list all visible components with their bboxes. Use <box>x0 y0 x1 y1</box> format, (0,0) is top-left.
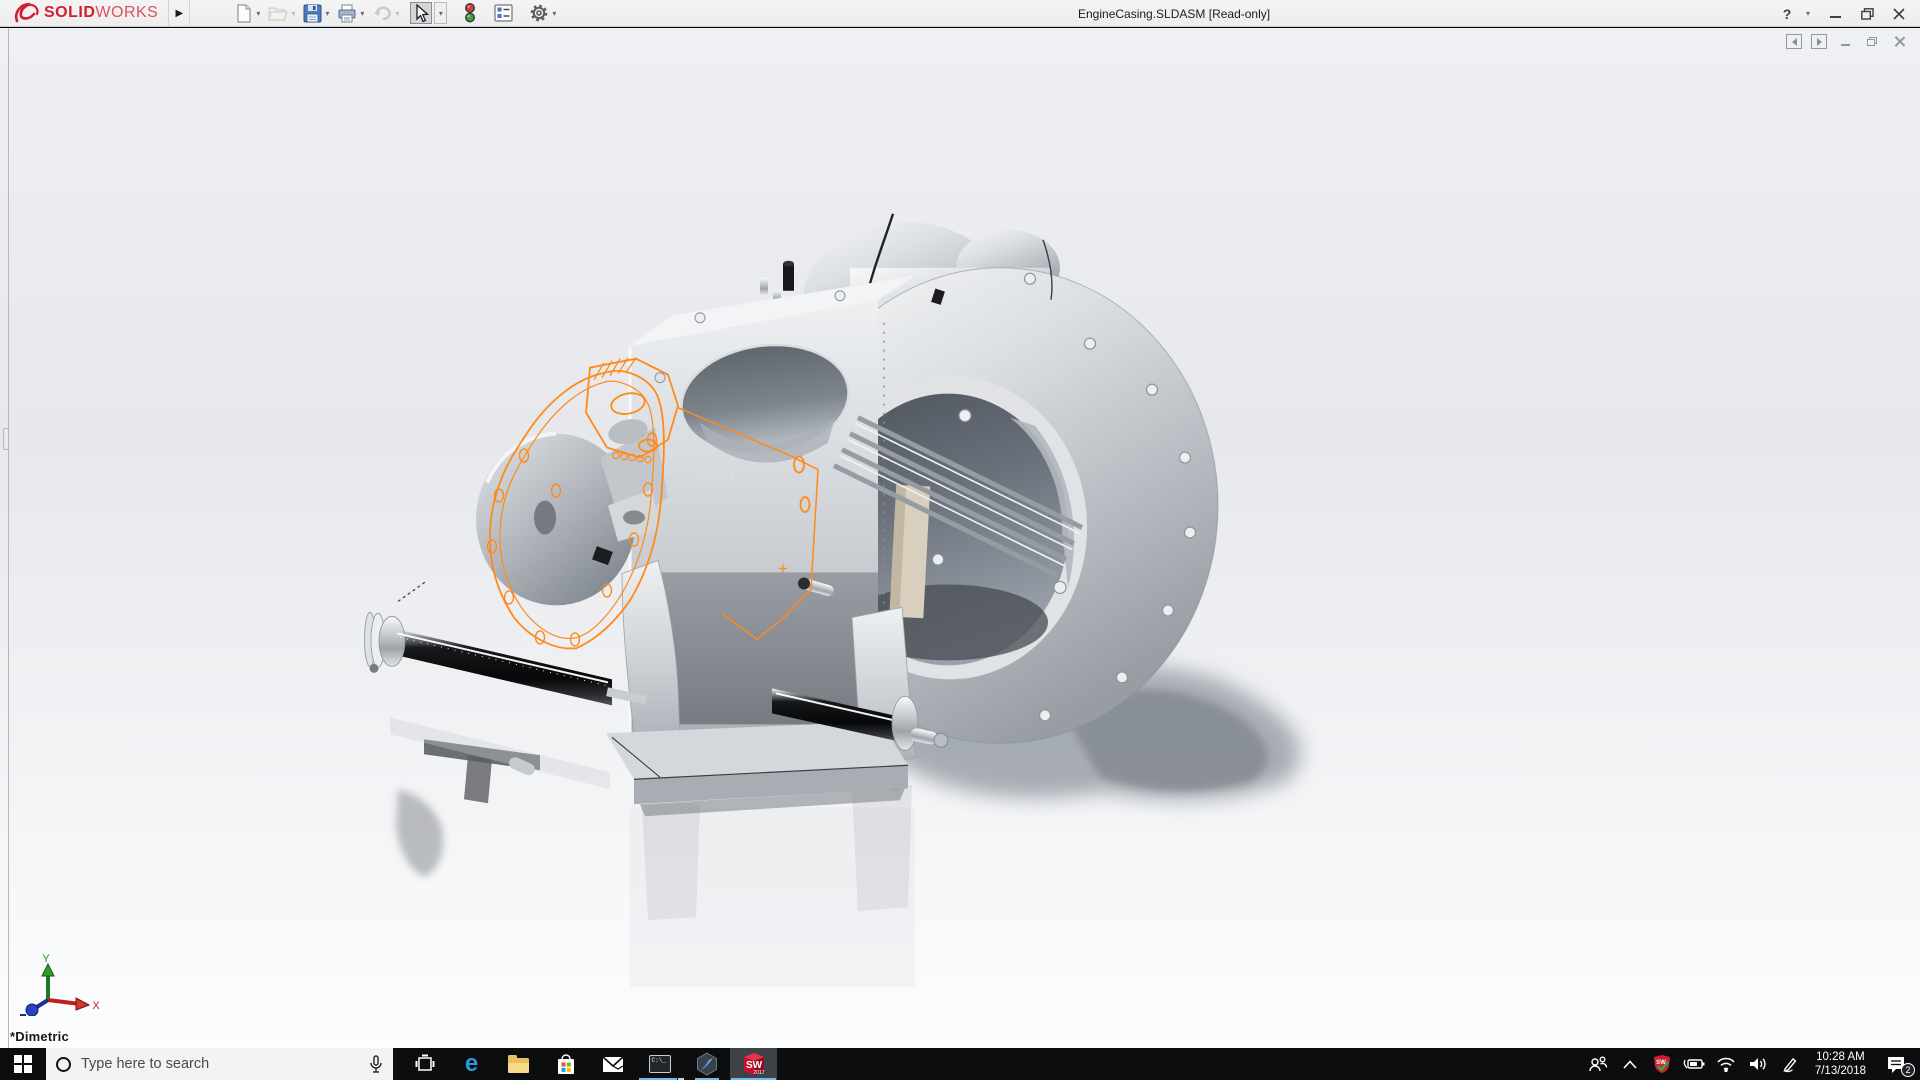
solidworks-app-icon: SW 2017 <box>741 1051 767 1077</box>
speaker-icon <box>1748 1056 1768 1072</box>
solidworks-window: SOLIDWORKS ▶ ▾ ▾ <box>0 0 1920 1080</box>
pen-icon <box>1781 1055 1799 1073</box>
brand-text: SOLIDWORKS <box>44 4 158 22</box>
mail-button[interactable] <box>589 1048 636 1080</box>
hexagon-app-button[interactable] <box>683 1048 730 1080</box>
select-tool-button[interactable] <box>410 2 432 24</box>
command-prompt-button[interactable]: C:\_ <box>636 1048 683 1080</box>
mount-rod-left[interactable] <box>365 581 648 705</box>
edge-icon: e <box>465 1052 478 1076</box>
people-icon <box>1588 1055 1608 1073</box>
start-button[interactable] <box>0 1048 46 1080</box>
rebuild-traffic-light-button[interactable] <box>461 2 479 24</box>
options-button[interactable]: ▾ <box>526 2 559 24</box>
store-button[interactable] <box>542 1048 589 1080</box>
restore-icon <box>1861 8 1874 20</box>
window-title: EngineCasing.SLDASM [Read-only] <box>1078 7 1270 21</box>
gear-icon <box>529 3 549 23</box>
people-button[interactable] <box>1583 1048 1613 1080</box>
doc-restore-button[interactable] <box>1863 34 1881 49</box>
minimize-button[interactable] <box>1822 3 1848 25</box>
main-toolbar: ▾ ▾ ▾ <box>218 0 559 26</box>
command-prompt-icon: C:\_ <box>649 1055 671 1073</box>
save-button[interactable]: ▾ <box>300 2 332 24</box>
doc-close-button[interactable] <box>1890 34 1908 49</box>
print-icon <box>337 4 357 23</box>
edge-button[interactable]: e <box>448 1048 495 1080</box>
titlebar: SOLIDWORKS ▶ ▾ ▾ <box>0 0 1920 27</box>
microphone-icon[interactable] <box>369 1055 383 1074</box>
power-button[interactable] <box>1679 1048 1709 1080</box>
volume-button[interactable] <box>1743 1048 1773 1080</box>
help-caret[interactable]: ▾ <box>1806 9 1816 18</box>
search-input[interactable] <box>81 1056 359 1072</box>
close-button[interactable] <box>1886 3 1912 25</box>
store-icon <box>556 1054 576 1075</box>
view-orientation-label: *Dimetric <box>10 1029 69 1044</box>
print-button[interactable]: ▾ <box>334 2 367 24</box>
undo-button[interactable]: ▾ <box>369 2 402 24</box>
document-window-controls <box>1786 34 1908 49</box>
graphics-viewport[interactable]: Y X *Dimetric <box>0 28 1920 1048</box>
wifi-icon <box>1716 1056 1736 1072</box>
triad-y-label: Y <box>42 953 50 965</box>
taskbar-search[interactable] <box>46 1048 393 1080</box>
svg-text:2017: 2017 <box>753 1070 764 1076</box>
windows-ink-button[interactable] <box>1775 1048 1805 1080</box>
help-button[interactable]: ? <box>1774 3 1800 25</box>
open-folder-icon <box>268 4 288 22</box>
new-document-button[interactable]: ▾ <box>232 2 263 24</box>
notification-badge: 2 <box>1901 1063 1915 1077</box>
open-document-button[interactable]: ▾ <box>265 2 298 24</box>
pane-left-button[interactable] <box>1786 34 1802 49</box>
traffic-light-icon <box>464 3 476 23</box>
orientation-triad: Y X <box>10 952 100 1016</box>
file-explorer-button[interactable] <box>495 1048 542 1080</box>
ds-logo-icon <box>14 2 40 24</box>
save-floppy-icon <box>303 4 322 23</box>
system-tray: SW <box>1583 1048 1920 1080</box>
solidworks-taskbar-button[interactable]: SW 2017 <box>730 1048 777 1080</box>
engine-casing-model[interactable] <box>0 28 1920 1048</box>
windows-taskbar: e <box>0 1048 1920 1080</box>
triad-x-label: X <box>92 1000 100 1012</box>
restore-button[interactable] <box>1854 3 1880 25</box>
tray-overflow-button[interactable] <box>1615 1048 1645 1080</box>
clock[interactable]: 10:28 AM 7/13/2018 <box>1807 1048 1874 1080</box>
hexagon-compass-icon <box>695 1052 719 1076</box>
network-button[interactable] <box>1711 1048 1741 1080</box>
doc-minimize-button[interactable] <box>1836 34 1854 49</box>
windows-logo-icon <box>14 1055 32 1073</box>
select-cursor-icon <box>413 4 429 23</box>
tray-time: 10:28 AM <box>1816 1050 1865 1064</box>
action-center-button[interactable]: 2 <box>1876 1048 1916 1080</box>
taskbar-apps: e <box>401 1048 777 1080</box>
sw-shield-check-icon: SW <box>1652 1054 1672 1074</box>
mail-icon <box>602 1056 624 1073</box>
menu-flyout-button[interactable]: ▶ <box>168 0 190 27</box>
tray-date: 7/13/2018 <box>1815 1064 1866 1078</box>
undo-arrow-icon <box>372 4 392 22</box>
select-tool-caret[interactable]: ▾ <box>434 2 447 24</box>
task-view-button[interactable] <box>401 1048 448 1080</box>
battery-plug-icon <box>1683 1056 1705 1072</box>
window-controls: ? ▾ <box>1774 0 1912 27</box>
file-properties-button[interactable] <box>491 2 516 24</box>
solidworks-resource-monitor-button[interactable]: SW <box>1647 1048 1677 1080</box>
file-properties-icon <box>494 4 513 22</box>
file-explorer-icon <box>508 1058 529 1073</box>
new-document-icon <box>235 4 253 23</box>
chevron-up-icon <box>1623 1060 1637 1069</box>
close-icon <box>1893 8 1905 20</box>
solidworks-logo: SOLIDWORKS <box>0 0 168 26</box>
cortana-icon <box>56 1057 71 1072</box>
task-view-icon <box>415 1054 435 1074</box>
pane-right-button[interactable] <box>1811 34 1827 49</box>
